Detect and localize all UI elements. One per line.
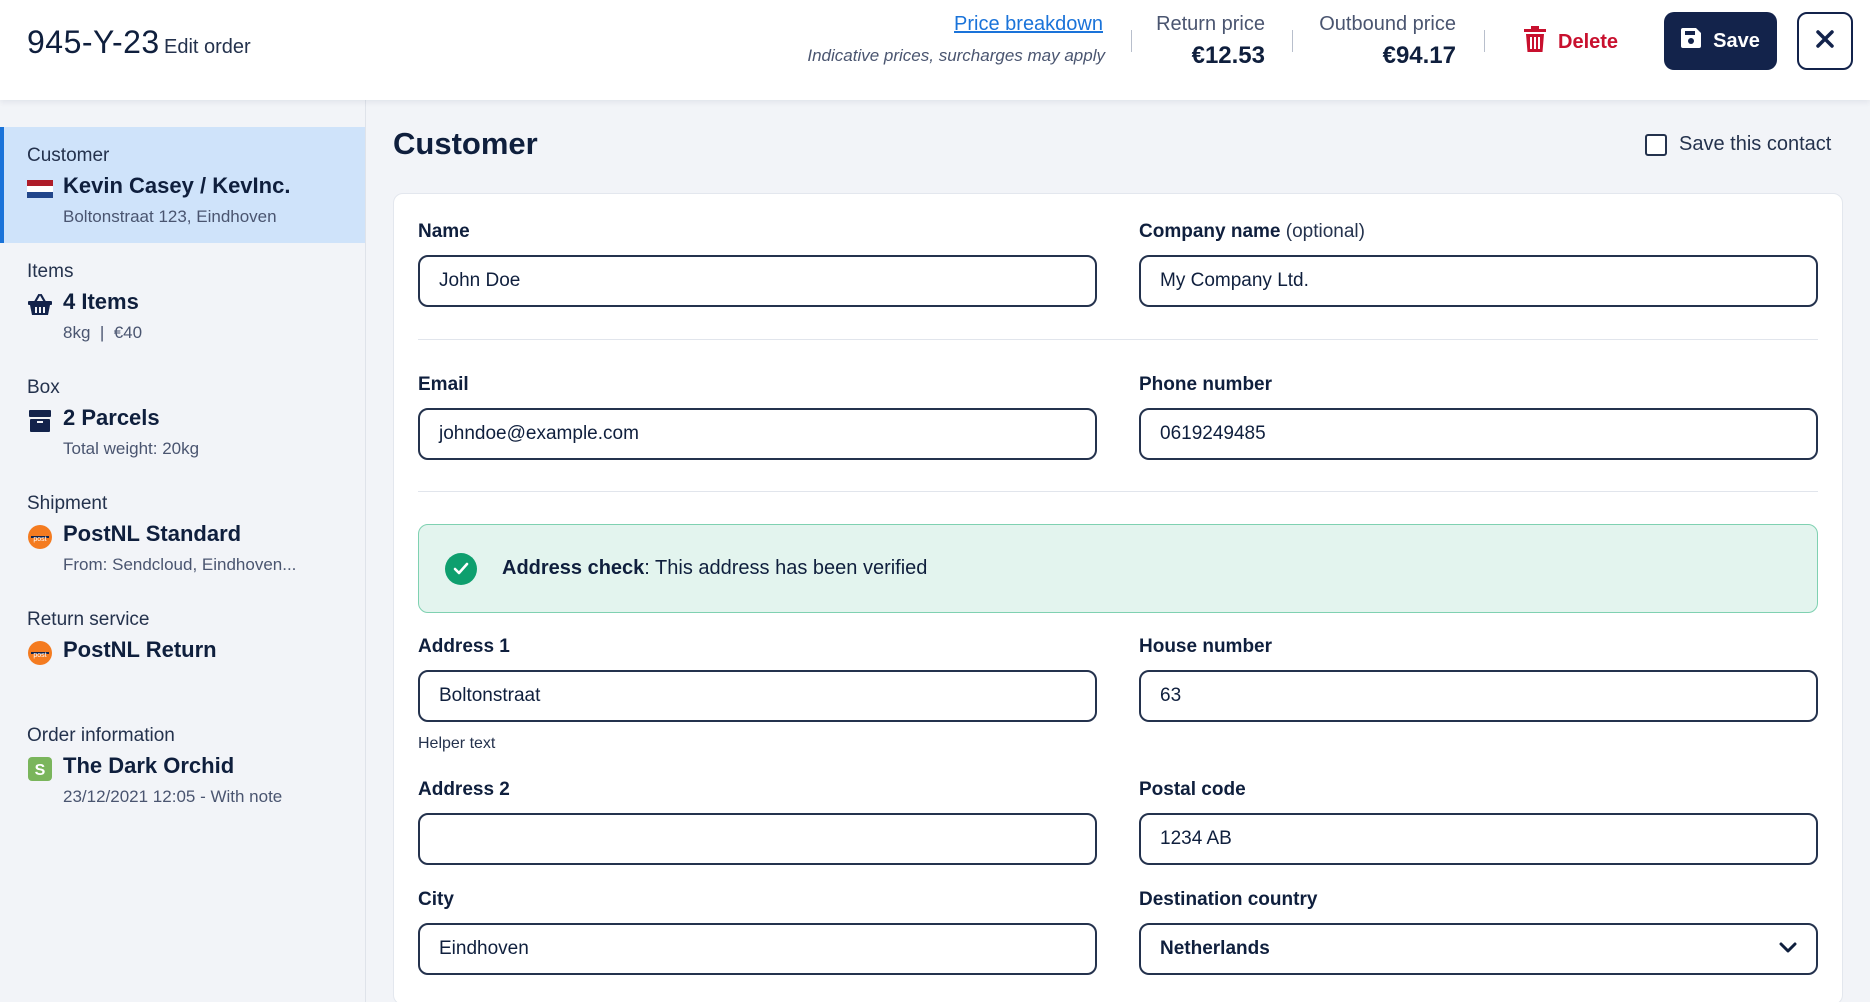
- close-icon: [1815, 29, 1835, 54]
- svg-text:post: post: [33, 536, 46, 543]
- basket-icon: [27, 294, 53, 316]
- save-label: Save: [1713, 29, 1760, 52]
- address1-helper-text: Helper text: [418, 735, 496, 752]
- sidebar-item-title: Kevin Casey / KevInc.: [63, 173, 291, 198]
- sidebar-item-category: Shipment: [27, 493, 108, 514]
- address1-input[interactable]: Boltonstraat: [418, 670, 1097, 722]
- sidebar-item-title: PostNL Standard: [63, 521, 242, 546]
- phone-number-input[interactable]: 0619249485: [1139, 408, 1818, 460]
- sidebar-item-category: Order information: [27, 725, 175, 746]
- destination-country-value: Netherlands: [1160, 938, 1270, 959]
- sidebar-item-subtitle: From: Sendcloud, Eindhoven...: [63, 555, 297, 574]
- save-button[interactable]: Save: [1664, 12, 1777, 70]
- name-label: Name: [418, 221, 470, 242]
- city-label: City: [418, 889, 454, 910]
- company-name-label: Company name (optional): [1139, 221, 1365, 243]
- return-price-label: Return price: [1156, 13, 1265, 35]
- sidebar-item-subtitle: Total weight: 20kg: [63, 439, 200, 458]
- destination-country-select[interactable]: Netherlands: [1139, 923, 1818, 975]
- address-check-text: : This address has been verified: [644, 557, 928, 579]
- floppy-disk-icon: [1681, 28, 1702, 54]
- save-contact-checkbox[interactable]: Save this contact: [1645, 133, 1831, 156]
- delete-label: Delete: [1558, 30, 1619, 53]
- name-input[interactable]: John Doe: [418, 255, 1097, 307]
- divider: [1131, 30, 1132, 52]
- sidebar-item-category: Box: [27, 377, 60, 398]
- sidebar-item-title: PostNL Return: [63, 637, 217, 662]
- sidebar-item-order-information[interactable]: Order information S The Dark Orchid 23/1…: [0, 707, 365, 823]
- outbound-price-value: €94.17: [1382, 42, 1456, 69]
- address-check-title: Address check: [502, 557, 645, 579]
- order-id: 945-Y-23: [27, 24, 160, 60]
- svg-text:S: S: [35, 762, 46, 779]
- svg-text:post: post: [33, 652, 46, 659]
- postal-code-input[interactable]: 1234 AB: [1139, 813, 1818, 865]
- sidebar-item-shipment[interactable]: Shipment post PostNL Standard From: Send…: [0, 475, 365, 591]
- sidebar-item-category: Items: [27, 261, 74, 282]
- sidebar-item-subtitle: 8kg | €40: [63, 323, 143, 342]
- postnl-icon: post: [27, 525, 53, 549]
- section-title: Customer: [393, 126, 538, 161]
- outbound-price: Outbound price €94.17: [1319, 13, 1456, 70]
- address2-label: Address 2: [418, 779, 510, 800]
- address-check-message: Address check: This address has been ver…: [502, 557, 927, 580]
- delete-button[interactable]: Delete: [1524, 24, 1618, 60]
- close-button[interactable]: [1797, 12, 1853, 70]
- address1-label: Address 1: [418, 636, 510, 657]
- shopify-icon: S: [27, 757, 53, 781]
- save-contact-label: Save this contact: [1679, 133, 1832, 155]
- check-circle-icon: [445, 553, 477, 585]
- optional-hint: (optional): [1280, 221, 1365, 242]
- sidebar: Customer Kevin Casey / KevInc. Boltonstr…: [0, 100, 366, 1002]
- sidebar-item-category: Customer: [27, 145, 110, 166]
- sidebar-item-title: 4 Items: [63, 289, 139, 314]
- sidebar-item-title: The Dark Orchid: [63, 753, 235, 778]
- sidebar-item-category: Return service: [27, 609, 150, 630]
- sidebar-item-subtitle: 23/12/2021 12:05 - With note: [63, 787, 283, 806]
- postal-code-label: Postal code: [1139, 779, 1246, 800]
- chevron-down-icon: [1779, 938, 1797, 960]
- divider: [1484, 30, 1485, 52]
- house-number-input[interactable]: 63: [1139, 670, 1818, 722]
- outbound-price-label: Outbound price: [1319, 13, 1456, 35]
- address2-input[interactable]: [418, 813, 1097, 865]
- email-label: Email: [418, 374, 469, 395]
- sidebar-item-title: 2 Parcels: [63, 405, 160, 430]
- sidebar-item-customer[interactable]: Customer Kevin Casey / KevInc. Boltonstr…: [0, 127, 365, 243]
- address-check-alert: Address check: This address has been ver…: [418, 524, 1818, 613]
- price-breakdown-link[interactable]: Price breakdown: [954, 13, 1103, 36]
- destination-country-label: Destination country: [1139, 889, 1318, 910]
- company-name-input[interactable]: My Company Ltd.: [1139, 255, 1818, 307]
- price-note: Indicative prices, surcharges may apply: [807, 46, 1105, 65]
- page-subtitle: Edit order: [164, 36, 251, 58]
- trash-icon: [1524, 26, 1546, 58]
- postnl-icon: post: [27, 641, 53, 665]
- sidebar-item-box[interactable]: Box 2 Parcels Total weight: 20kg: [0, 359, 365, 475]
- checkbox[interactable]: [1645, 133, 1667, 156]
- sidebar-item-subtitle: Boltonstraat 123, Eindhoven: [63, 207, 277, 226]
- sidebar-item-return-service[interactable]: Return service post PostNL Return: [0, 591, 365, 707]
- email-input[interactable]: johndoe@example.com: [418, 408, 1097, 460]
- house-number-label: House number: [1139, 636, 1273, 657]
- return-price-value: €12.53: [1191, 42, 1265, 69]
- divider: [418, 339, 1818, 340]
- sidebar-item-items[interactable]: Items 4 Items 8kg | €40: [0, 243, 365, 359]
- box-icon: [27, 410, 53, 432]
- netherlands-flag-icon: [27, 178, 53, 200]
- company-name-label-text: Company name: [1139, 221, 1281, 242]
- divider: [1292, 30, 1293, 52]
- return-price: Return price €12.53: [1156, 13, 1265, 70]
- divider: [418, 491, 1818, 492]
- phone-number-label: Phone number: [1139, 374, 1273, 395]
- top-bar: 945-Y-23 Edit order Price breakdown Indi…: [0, 0, 1870, 100]
- city-input[interactable]: Eindhoven: [418, 923, 1097, 975]
